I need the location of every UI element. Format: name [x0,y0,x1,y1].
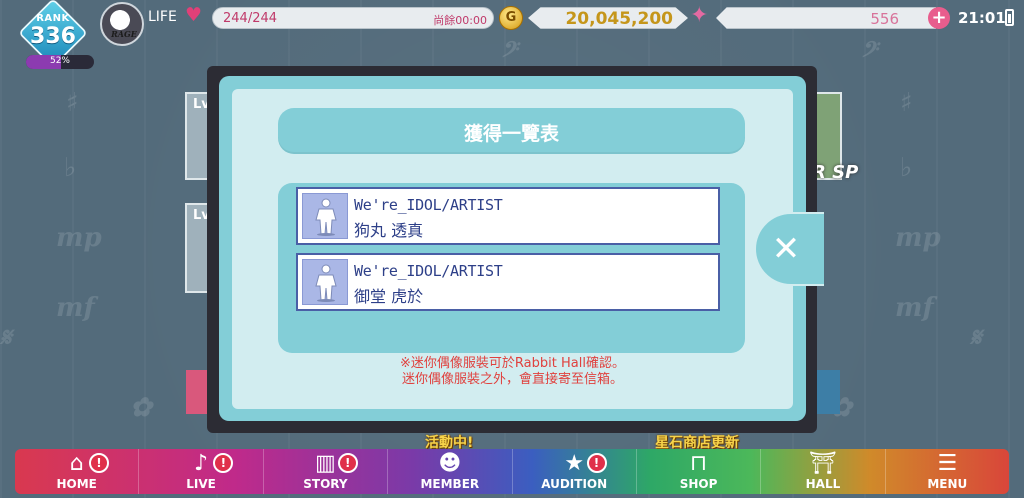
close-button[interactable]: ✕ [754,212,824,286]
item-category: We're_IDOL/ARTIST [354,196,503,214]
nav-label: SHOP [679,477,718,491]
rank-progress-text: 52% [49,56,70,66]
bottom-nav: ⌂ ! HOME ♪ ! LIVE ▥ ! STORY ☻ MEMBER ★ !… [15,449,1009,494]
mf-icon: mf [56,293,95,323]
battery-icon [1005,9,1014,26]
nav-label: HALL [805,477,841,491]
money-bar: 20,045,200 [528,7,688,29]
star-icon: ✦ [690,3,709,28]
nav-audition[interactable]: ★ ! AUDITION [513,449,637,494]
jewel-value: 556 [870,10,899,28]
outfit-thumbnail [302,259,348,305]
alert-badge-icon: ! [586,453,607,473]
person-icon: ☻ [438,451,462,476]
rank-progress-bar: 52% [26,55,94,69]
basket-icon: ⊓ [689,451,708,476]
alert-badge-icon: ! [89,453,110,473]
nav-story[interactable]: ▥ ! STORY [264,449,389,494]
alert-badge-icon: ! [213,453,234,473]
flat-icon: ♭ [64,153,77,183]
item-name: 狗丸 透真 [354,221,424,240]
note-line-1: ※迷你偶像服裝可於Rabbit Hall確認。 [400,356,625,371]
bass-clef-icon: 𝄢 [860,38,877,68]
note-line-2: 迷你偶像服裝之外，會直接寄至信箱。 [401,372,623,387]
outfit-icon [315,264,337,302]
nav-shop[interactable]: ⊓ SHOP [637,449,762,494]
rank-value: 336 [30,24,76,49]
modal-title-bar: 獲得一覽表 [278,108,745,154]
music-note-icon: ♪ [194,451,209,476]
coin-icon: G [499,6,523,30]
flat-icon: ♭ [900,153,913,183]
mp-icon: mp [56,223,102,253]
background-button-left [186,370,208,414]
nav-member[interactable]: ☻ MEMBER [388,449,513,494]
jewel-bar: 556 [716,7,936,29]
nav-home[interactable]: ⌂ ! HOME [15,449,140,494]
life-bar[interactable]: 244/244 尚餘00:00 [212,7,494,29]
nav-hall[interactable]: ⛩ HALL [761,449,886,494]
close-icon: ✕ [771,229,801,269]
outfit-icon [315,198,337,236]
list-item[interactable]: We're_IDOL/ARTIST 狗丸 透真 [296,187,720,245]
book-icon: ▥ [315,451,336,476]
nav-label: HOME [56,477,97,491]
flower-icon: ✿ [130,393,152,423]
bass-clef-icon: 𝄢 [500,38,517,68]
rank-badge[interactable]: RANK 336 52% [14,0,94,69]
alert-badge-icon: ! [337,453,358,473]
nav-live[interactable]: ♪ ! LIVE [139,449,264,494]
avatar[interactable] [100,2,144,46]
nav-menu[interactable]: ☰ MENU [886,449,1009,494]
gate-icon: ⛩ [808,451,837,476]
nav-label: AUDITION [541,477,608,491]
menu-icon: ☰ [937,451,958,476]
segno-icon: 𝄋 [970,323,982,353]
nav-label: MEMBER [420,477,480,491]
clock: 21:01 [958,9,1006,27]
life-label: LIFE [148,9,177,25]
item-category: We're_IDOL/ARTIST [354,262,503,280]
nav-label: MENU [927,477,968,491]
item-name: 御堂 虎於 [354,287,424,306]
modal-title: 獲得一覽表 [463,123,559,145]
life-remaining-label: 尚餘00:00 [433,14,487,27]
mp-icon: mp [895,223,941,253]
mf-icon: mf [895,293,934,323]
card-icon: ★ [564,451,585,476]
nav-label: LIVE [186,477,216,491]
segno-icon: 𝄋 [0,323,12,353]
sharp-icon: ♯ [900,88,913,118]
outfit-thumbnail [302,193,348,239]
house-icon: ⌂ [69,451,84,476]
sharp-icon: ♯ [66,88,79,118]
rarity-tag: R SP [812,162,859,183]
rank-label: RANK [36,13,70,24]
nav-label: STORY [303,477,348,491]
list-item[interactable]: We're_IDOL/ARTIST 御堂 虎於 [296,253,720,311]
add-jewel-icon[interactable]: + [928,7,950,29]
life-value: 244/244 [223,11,278,26]
heart-icon: ♥ [185,4,203,26]
money-value: 20,045,200 [565,9,673,29]
avatar-caption: RAGE [111,29,137,39]
